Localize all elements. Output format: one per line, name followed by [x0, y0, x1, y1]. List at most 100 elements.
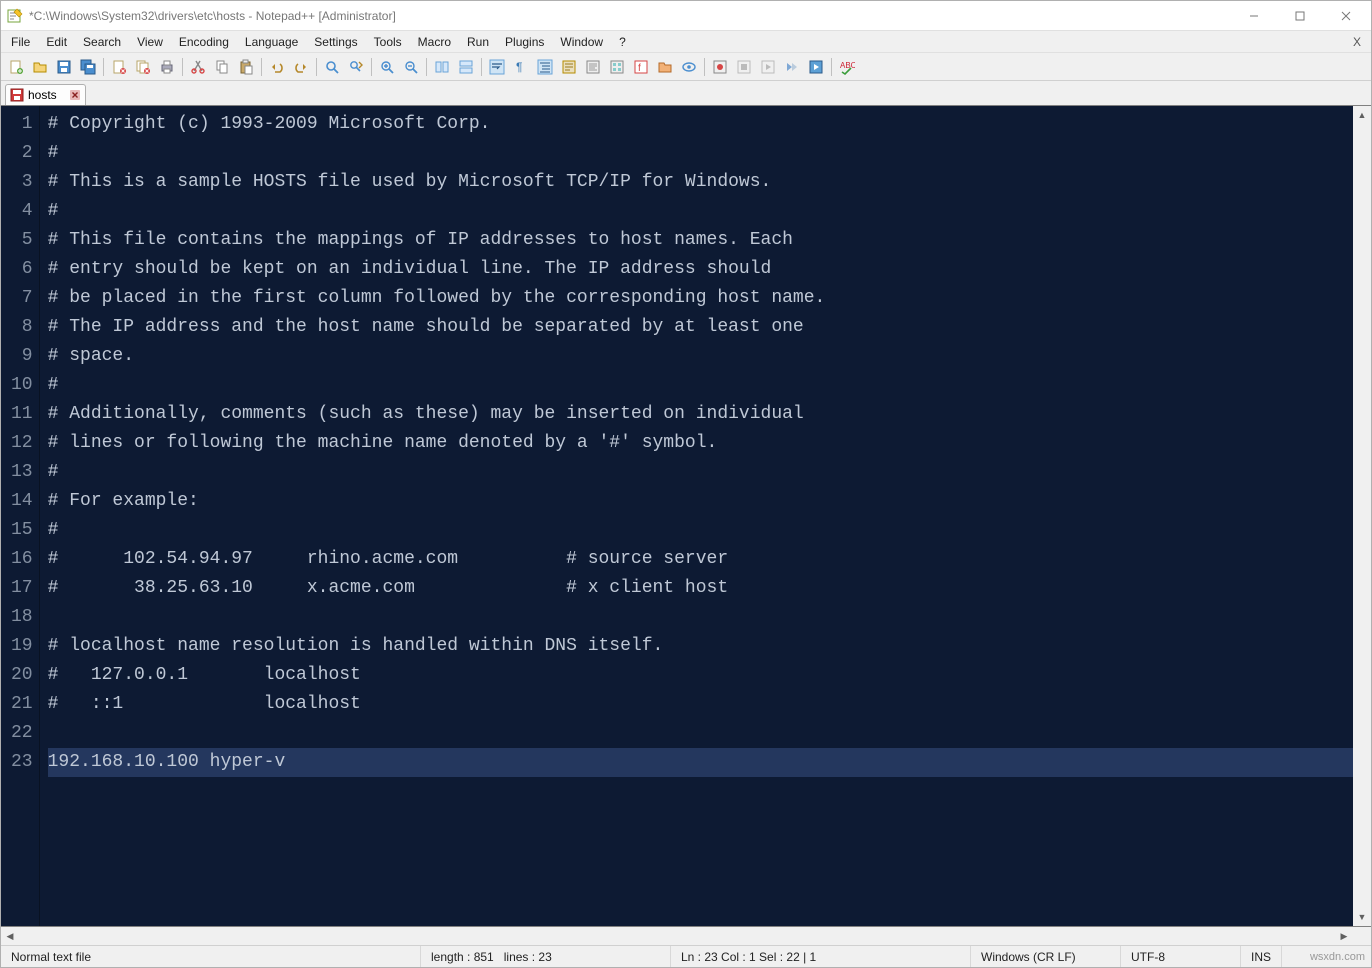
stop-macro-icon[interactable]: [733, 56, 755, 78]
code-line[interactable]: # The IP address and the host name shoul…: [48, 313, 1353, 342]
code-area[interactable]: # Copyright (c) 1993-2009 Microsoft Corp…: [40, 106, 1353, 926]
sync-h-scroll-icon[interactable]: [455, 56, 477, 78]
toolbar-separator: [182, 58, 183, 76]
save-icon[interactable]: [53, 56, 75, 78]
new-file-icon[interactable]: [5, 56, 27, 78]
zoom-in-icon[interactable]: [376, 56, 398, 78]
save-all-icon[interactable]: [77, 56, 99, 78]
doc-map-icon[interactable]: [582, 56, 604, 78]
menu-view[interactable]: View: [129, 33, 171, 51]
func-list-icon[interactable]: f: [630, 56, 652, 78]
indent-guide-icon[interactable]: [534, 56, 556, 78]
code-line[interactable]: # Copyright (c) 1993-2009 Microsoft Corp…: [48, 110, 1353, 139]
menu-search[interactable]: Search: [75, 33, 129, 51]
menu-tools[interactable]: Tools: [366, 33, 410, 51]
code-line[interactable]: # This is a sample HOSTS file used by Mi…: [48, 168, 1353, 197]
menu-mdi-close[interactable]: X: [1345, 35, 1369, 49]
code-line[interactable]: # be placed in the first column followed…: [48, 284, 1353, 313]
tab-close-icon[interactable]: [69, 89, 81, 101]
menu-bar: File Edit Search View Encoding Language …: [1, 31, 1371, 53]
menu-macro[interactable]: Macro: [410, 33, 459, 51]
code-line[interactable]: 192.168.10.100 hyper-v: [48, 748, 1353, 777]
scroll-track[interactable]: [1353, 124, 1371, 908]
toolbar-separator: [371, 58, 372, 76]
copy-icon[interactable]: [211, 56, 233, 78]
word-wrap-icon[interactable]: [486, 56, 508, 78]
line-number-gutter: 1234567891011121314151617181920212223: [1, 106, 40, 926]
maximize-button[interactable]: [1277, 2, 1323, 30]
code-line[interactable]: [48, 719, 1353, 748]
window-title: *C:\Windows\System32\drivers\etc\hosts -…: [29, 9, 1231, 23]
horizontal-scrollbar[interactable]: ◀ ▶: [1, 927, 1371, 945]
paste-icon[interactable]: [235, 56, 257, 78]
record-macro-icon[interactable]: [709, 56, 731, 78]
vertical-scrollbar[interactable]: ▲ ▼: [1353, 106, 1371, 926]
status-eol: Windows (CR LF): [971, 946, 1121, 967]
menu-file[interactable]: File: [3, 33, 38, 51]
toolbar-separator: [261, 58, 262, 76]
menu-language[interactable]: Language: [237, 33, 306, 51]
scroll-track[interactable]: [19, 927, 1335, 945]
code-line[interactable]: #: [48, 371, 1353, 400]
close-file-icon[interactable]: [108, 56, 130, 78]
code-line[interactable]: # entry should be kept on an individual …: [48, 255, 1353, 284]
tab-strip: hosts: [1, 81, 1371, 105]
scroll-left-icon[interactable]: ◀: [1, 927, 19, 945]
close-button[interactable]: [1323, 2, 1369, 30]
print-icon[interactable]: [156, 56, 178, 78]
menu-help[interactable]: ?: [611, 33, 634, 51]
code-line[interactable]: # localhost name resolution is handled w…: [48, 632, 1353, 661]
code-line[interactable]: # This file contains the mappings of IP …: [48, 226, 1353, 255]
window-buttons: [1231, 2, 1369, 30]
code-line[interactable]: #: [48, 516, 1353, 545]
show-chars-icon[interactable]: ¶: [510, 56, 532, 78]
menu-settings[interactable]: Settings: [306, 33, 365, 51]
play-macro-icon[interactable]: [757, 56, 779, 78]
menu-window[interactable]: Window: [552, 33, 611, 51]
zoom-out-icon[interactable]: [400, 56, 422, 78]
menu-run[interactable]: Run: [459, 33, 497, 51]
code-line[interactable]: # space.: [48, 342, 1353, 371]
code-line[interactable]: # For example:: [48, 487, 1353, 516]
menu-edit[interactable]: Edit: [38, 33, 75, 51]
code-line[interactable]: #: [48, 197, 1353, 226]
scroll-up-icon[interactable]: ▲: [1353, 106, 1371, 124]
user-lang-icon[interactable]: [558, 56, 580, 78]
open-file-icon[interactable]: [29, 56, 51, 78]
code-line[interactable]: # 38.25.63.10 x.acme.com # x client host: [48, 574, 1353, 603]
code-line[interactable]: # Additionally, comments (such as these)…: [48, 400, 1353, 429]
folder-workspace-icon[interactable]: [654, 56, 676, 78]
tab-hosts[interactable]: hosts: [5, 84, 86, 105]
toolbar-separator: [426, 58, 427, 76]
code-line[interactable]: # lines or following the machine name de…: [48, 429, 1353, 458]
tab-modified-icon: [10, 88, 24, 102]
scroll-right-icon[interactable]: ▶: [1335, 927, 1353, 945]
replace-icon[interactable]: [345, 56, 367, 78]
code-line[interactable]: [48, 603, 1353, 632]
close-all-icon[interactable]: [132, 56, 154, 78]
sync-v-scroll-icon[interactable]: [431, 56, 453, 78]
cut-icon[interactable]: [187, 56, 209, 78]
editor: 1234567891011121314151617181920212223 # …: [1, 105, 1371, 927]
title-bar: *C:\Windows\System32\drivers\etc\hosts -…: [1, 1, 1371, 31]
menu-encoding[interactable]: Encoding: [171, 33, 237, 51]
minimize-button[interactable]: [1231, 2, 1277, 30]
play-multi-macro-icon[interactable]: [781, 56, 803, 78]
find-icon[interactable]: [321, 56, 343, 78]
undo-icon[interactable]: [266, 56, 288, 78]
code-line[interactable]: # ::1 localhost: [48, 690, 1353, 719]
code-line[interactable]: #: [48, 458, 1353, 487]
code-line[interactable]: # 127.0.0.1 localhost: [48, 661, 1353, 690]
save-macro-icon[interactable]: [805, 56, 827, 78]
monitor-icon[interactable]: [678, 56, 700, 78]
code-line[interactable]: #: [48, 139, 1353, 168]
status-mode: INS: [1241, 946, 1282, 967]
spellcheck-icon[interactable]: ABC: [836, 56, 858, 78]
svg-text:ABC: ABC: [840, 61, 855, 70]
redo-icon[interactable]: [290, 56, 312, 78]
toolbar-separator: [481, 58, 482, 76]
code-line[interactable]: # 102.54.94.97 rhino.acme.com # source s…: [48, 545, 1353, 574]
scroll-down-icon[interactable]: ▼: [1353, 908, 1371, 926]
menu-plugins[interactable]: Plugins: [497, 33, 552, 51]
doc-list-icon[interactable]: [606, 56, 628, 78]
